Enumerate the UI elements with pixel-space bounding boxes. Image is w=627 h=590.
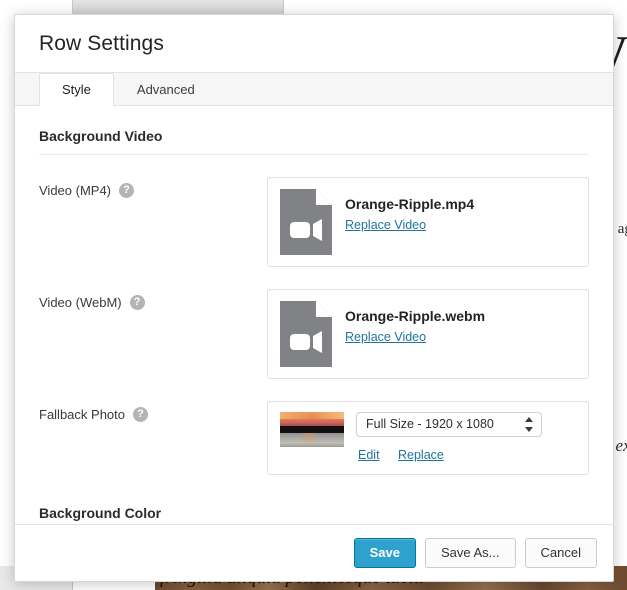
- photo-size-select[interactable]: Full Size - 1920 x 1080: [356, 412, 542, 437]
- section-title-background-video: Background Video: [39, 106, 589, 155]
- modal-body: Background Video Video (MP4) ?: [15, 106, 613, 524]
- control-video-webm: Orange-Ripple.webm Replace Video: [267, 289, 589, 379]
- media-box-video-mp4: Orange-Ripple.mp4 Replace Video: [267, 177, 589, 267]
- edit-photo-link[interactable]: Edit: [358, 448, 380, 462]
- label-video-mp4-text: Video (MP4): [39, 183, 111, 198]
- save-as-button[interactable]: Save As...: [425, 538, 516, 568]
- file-meta-video-mp4: Orange-Ripple.mp4 Replace Video: [345, 189, 474, 234]
- label-fallback-photo-text: Fallback Photo: [39, 407, 125, 422]
- help-icon[interactable]: ?: [130, 295, 145, 310]
- thumbnail-horizon: [280, 426, 344, 433]
- control-fallback-photo: Full Size - 1920 x 1080 Edit Replace: [267, 401, 589, 475]
- video-file-icon: [280, 301, 332, 367]
- field-row-video-webm: Video (WebM) ?: [39, 267, 589, 379]
- video-file-icon: [280, 189, 332, 255]
- thumbnail-sky-highlight: [280, 412, 344, 419]
- save-button[interactable]: Save: [354, 538, 416, 568]
- screen: yu ell ag c di m ex q ti fringilla aliqu…: [0, 0, 627, 590]
- file-name: Orange-Ripple.mp4: [345, 195, 474, 213]
- label-video-webm: Video (WebM) ?: [39, 289, 267, 310]
- cancel-button[interactable]: Cancel: [525, 538, 597, 568]
- field-row-fallback-photo: Fallback Photo ?: [39, 379, 589, 475]
- photo-action-links: Edit Replace: [356, 446, 576, 464]
- photo-controls: Full Size - 1920 x 1080 Edit Replace: [356, 412, 576, 464]
- label-video-mp4: Video (MP4) ?: [39, 177, 267, 198]
- file-meta-video-webm: Orange-Ripple.webm Replace Video: [345, 301, 485, 346]
- control-video-mp4: Orange-Ripple.mp4 Replace Video: [267, 177, 589, 267]
- field-row-video-mp4: Video (MP4) ?: [39, 155, 589, 267]
- thumbnail-reflection: [298, 433, 320, 447]
- help-icon[interactable]: ?: [133, 407, 148, 422]
- browser-toolbar-strip: [72, 0, 284, 15]
- replace-photo-link[interactable]: Replace: [398, 448, 444, 462]
- modal-header: Row Settings: [15, 15, 613, 73]
- replace-video-link[interactable]: Replace Video: [345, 218, 426, 232]
- label-video-webm-text: Video (WebM): [39, 295, 122, 310]
- row-settings-modal: Row Settings Style Advanced Background V…: [14, 14, 614, 582]
- section-title-background-color: Background Color: [39, 475, 589, 524]
- tab-style[interactable]: Style: [39, 73, 114, 106]
- tab-bar: Style Advanced: [15, 73, 613, 106]
- label-fallback-photo: Fallback Photo ?: [39, 401, 267, 422]
- modal-footer: Save Save As... Cancel: [15, 524, 613, 581]
- media-box-video-webm: Orange-Ripple.webm Replace Video: [267, 289, 589, 379]
- page-title: Row Settings: [39, 32, 164, 56]
- file-name: Orange-Ripple.webm: [345, 307, 485, 325]
- replace-video-link[interactable]: Replace Video: [345, 330, 426, 344]
- media-box-fallback-photo: Full Size - 1920 x 1080 Edit Replace: [267, 401, 589, 475]
- photo-thumbnail[interactable]: [280, 412, 344, 447]
- help-icon[interactable]: ?: [119, 183, 134, 198]
- tab-advanced[interactable]: Advanced: [114, 73, 218, 106]
- photo-size-select-wrap: Full Size - 1920 x 1080: [356, 412, 542, 437]
